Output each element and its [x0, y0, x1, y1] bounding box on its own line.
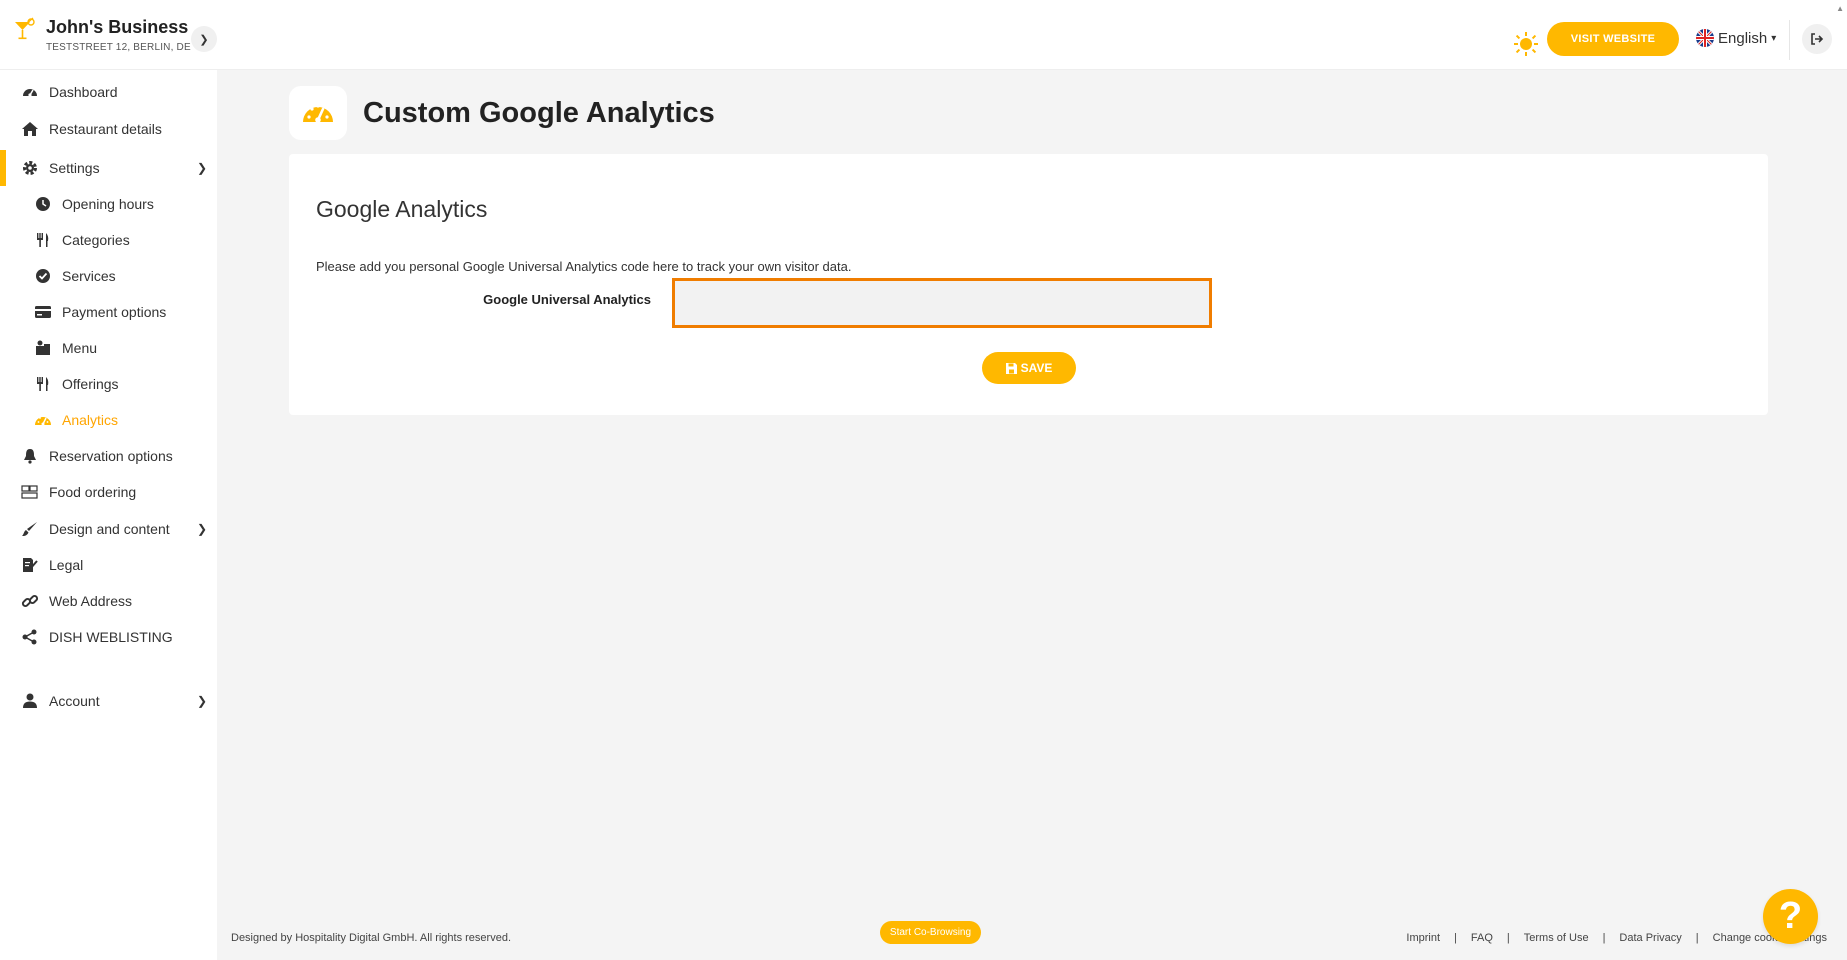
sidebar-item-settings[interactable]: Settings ❯: [0, 150, 217, 186]
header-divider: [1789, 20, 1790, 60]
uk-flag-icon: [1696, 29, 1714, 47]
sidebar-item-menu[interactable]: Menu: [0, 330, 217, 366]
credit-card-icon: [35, 306, 51, 318]
sidebar-item-payment-options[interactable]: Payment options: [0, 294, 217, 330]
chevron-down-icon: ▾: [1771, 32, 1777, 44]
chevron-down-icon: ❯: [196, 161, 207, 175]
footer-link-data-privacy[interactable]: Data Privacy: [1619, 932, 1681, 944]
sidebar-item-analytics[interactable]: Analytics: [0, 402, 217, 438]
chevron-down-icon: ❯: [196, 522, 207, 536]
utensils-icon: [37, 377, 49, 391]
question-mark-icon: ?: [1778, 895, 1803, 937]
food-ordering-icon: [21, 485, 38, 499]
footer-links: Imprint | FAQ | Terms of Use | Data Priv…: [1406, 932, 1827, 944]
language-label: English: [1718, 29, 1768, 47]
sidebar-item-categories[interactable]: Categories: [0, 222, 217, 258]
sidebar-item-food-ordering[interactable]: Food ordering: [0, 474, 217, 510]
sidebar: Dashboard Restaurant details Settings ❯ …: [0, 70, 217, 960]
business-address: TESTSTREET 12, BERLIN, DE: [46, 42, 191, 53]
link-icon: [21, 594, 39, 608]
share-icon: [22, 629, 37, 645]
check-circle-icon: [36, 269, 50, 283]
sidebar-item-offerings[interactable]: Offerings: [0, 366, 217, 402]
cocktail-logo-icon: [15, 17, 35, 40]
footer-link-faq[interactable]: FAQ: [1471, 932, 1493, 944]
sidebar-item-dashboard[interactable]: Dashboard: [0, 74, 217, 110]
business-name: John's Business: [46, 17, 189, 37]
menu-icon: [36, 340, 50, 355]
sidebar-item-dish-weblisting[interactable]: DISH WEBLISTING: [0, 619, 217, 655]
floppy-disk-icon: [1005, 362, 1017, 374]
sidebar-item-reservation-options[interactable]: Reservation options: [0, 438, 217, 474]
business-brand: John's Business TESTSTREET 12, BERLIN, D…: [12, 16, 191, 53]
dashboard-icon: [23, 89, 37, 97]
page-title: Custom Google Analytics: [363, 96, 715, 129]
footer-separator: |: [1695, 932, 1699, 944]
speedometer-icon: [303, 104, 333, 123]
logout-button[interactable]: [1802, 24, 1832, 54]
analytics-code-label: Google Universal Analytics: [483, 292, 651, 307]
sidebar-item-web-address[interactable]: Web Address: [0, 583, 217, 619]
gear-icon: [23, 161, 37, 175]
utensils-icon: [37, 233, 49, 247]
logout-icon: [1811, 33, 1824, 45]
clock-icon: [36, 197, 50, 211]
speedometer-icon: [35, 417, 51, 426]
sidebar-item-restaurant-details[interactable]: Restaurant details: [0, 111, 217, 147]
start-co-browsing-button[interactable]: Start Co-Browsing: [880, 921, 981, 944]
scroll-up-arrow-icon[interactable]: ▲: [1836, 4, 1844, 13]
save-button[interactable]: SAVE: [982, 352, 1076, 384]
footer-copyright: Designed by Hospitality Digital GmbH. Al…: [231, 932, 512, 944]
sidebar-item-design-and-content[interactable]: Design and content ❯: [0, 511, 217, 547]
sidebar-item-services[interactable]: Services: [0, 258, 217, 294]
visit-website-button[interactable]: VISIT WEBSITE: [1547, 22, 1679, 56]
help-button[interactable]: ?: [1763, 889, 1818, 944]
page-icon-tile: [289, 86, 347, 140]
analytics-code-input[interactable]: [672, 278, 1212, 328]
sidebar-item-legal[interactable]: Legal: [0, 547, 217, 583]
analytics-description: Please add you personal Google Universal…: [316, 259, 852, 274]
business-switcher-button[interactable]: ❯: [191, 26, 217, 52]
analytics-card: Google Analytics Please add you personal…: [289, 154, 1768, 415]
bell-icon: [24, 449, 36, 464]
home-icon: [22, 122, 38, 136]
footer-link-imprint[interactable]: Imprint: [1406, 932, 1440, 944]
brush-icon: [22, 522, 37, 536]
top-header: John's Business TESTSTREET 12, BERLIN, D…: [0, 0, 1847, 70]
chevron-down-icon: ❯: [196, 694, 207, 708]
footer-link-terms-of-use[interactable]: Terms of Use: [1524, 932, 1589, 944]
legal-icon: [23, 558, 38, 572]
user-icon: [23, 693, 37, 708]
footer-separator: |: [1454, 932, 1457, 944]
language-selector[interactable]: English ▾: [1696, 29, 1776, 47]
chevron-down-icon: ❯: [199, 33, 209, 46]
sidebar-item-opening-hours[interactable]: Opening hours: [0, 186, 217, 222]
footer-separator: |: [1506, 932, 1510, 944]
theme-toggle-icon[interactable]: [1484, 26, 1540, 60]
sidebar-item-account[interactable]: Account ❯: [0, 683, 217, 719]
card-title: Google Analytics: [316, 196, 488, 222]
footer-separator: |: [1602, 932, 1606, 944]
save-label: SAVE: [1020, 361, 1053, 375]
page-header: Custom Google Analytics: [289, 86, 715, 140]
